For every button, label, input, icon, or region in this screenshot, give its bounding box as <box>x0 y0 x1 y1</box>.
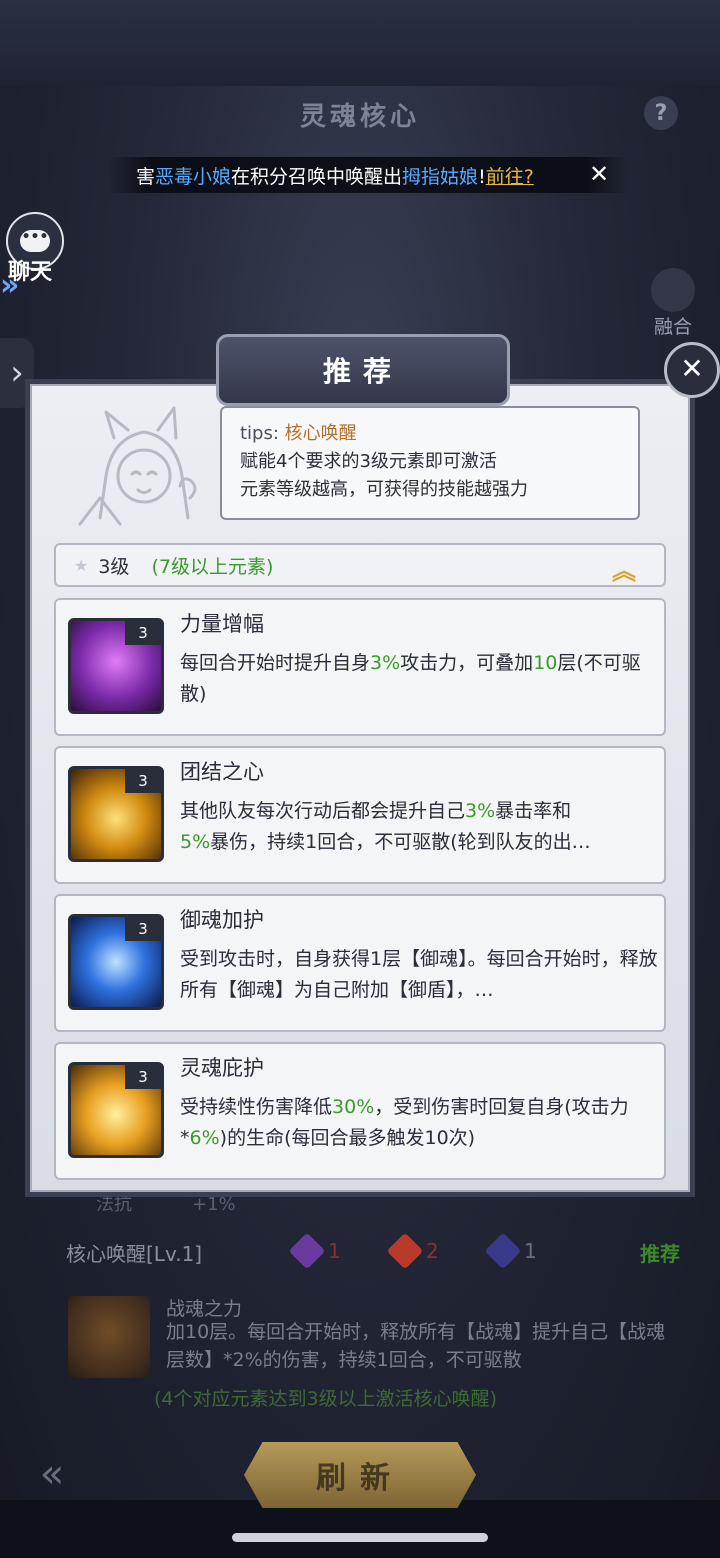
marquee-hero-name: 拇指姑娘 <box>402 165 479 188</box>
page-title: 灵魂核心 <box>299 102 420 132</box>
popup-close-icon[interactable]: ✕ <box>664 342 720 398</box>
element-count: 1 <box>524 1239 537 1263</box>
refresh-button[interactable]: 刷新 <box>244 1442 476 1508</box>
core-awaken-row: 核心唤醒[Lv.1] 1 2 1 推荐 <box>40 1232 690 1270</box>
tips-title: 核心唤醒 <box>284 423 357 444</box>
marquee-text: 害恶毒小娘在积分召唤中唤醒出拇指姑娘!前往? <box>136 162 586 189</box>
level-section-header[interactable]: ★ 3级 (7级以上元素) ︽ <box>54 543 666 587</box>
core-awaken-label: 核心唤醒[Lv.1] <box>66 1242 203 1266</box>
mascot-illustration <box>78 406 197 526</box>
element-slot[interactable]: 1 <box>484 1232 537 1270</box>
close-icon[interactable]: ✕ <box>586 161 612 187</box>
soul-shelter-icon: 3 <box>68 1062 164 1158</box>
stat-row: 法抗 +1% <box>96 1190 236 1216</box>
core-awaken-note: (4个对应元素达到3级以上激活核心唤醒) <box>154 1388 498 1410</box>
fuse-button[interactable]: 融合 <box>640 268 706 339</box>
element-slot[interactable]: 1 <box>288 1232 341 1270</box>
skill-card[interactable]: 3 团结之心 其他队友每次行动后都会提升自己3%暴击率和 5%暴伤，持续1回合，不… <box>54 746 666 884</box>
skill-level-badge: 3 <box>125 621 161 645</box>
marquee-player-name: 恶毒小娘 <box>155 165 232 188</box>
marquee-middle: 在积分召唤中唤醒出 <box>231 165 403 188</box>
power-boost-icon: 3 <box>68 618 164 714</box>
element-slot[interactable]: 2 <box>386 1232 439 1270</box>
skill-level-badge: 3 <box>125 769 161 793</box>
tips-title-line: tips: 核心唤醒 <box>240 420 620 448</box>
top-banner <box>0 0 720 90</box>
element-gem-icon <box>288 1232 326 1270</box>
skill-description: 受到攻击时，自身获得1层【御魂】。每回合开始时，释放所有【御魂】为自己附加【御盾… <box>180 948 658 1001</box>
tips-line-2: 元素等级越高，可获得的技能越强力 <box>240 479 528 500</box>
fuse-label: 融合 <box>653 316 692 338</box>
skill-card[interactable]: 3 灵魂庇护 受持续性伤害降低30%，受到伤害时回复自身(攻击力*6%)的生命(… <box>54 1042 666 1180</box>
element-gem-icon <box>484 1232 522 1270</box>
expand-arrow-icon[interactable]: » <box>0 268 26 308</box>
bottom-banner <box>0 1500 720 1558</box>
help-icon[interactable]: ? <box>644 96 678 130</box>
popup-title: 推荐 <box>322 355 403 388</box>
back-icon[interactable]: « <box>14 1448 90 1500</box>
skill-description: 加10层。每回合开始时，释放所有【战魂】提升自己【战魂层数】*2%的伤害，持续1… <box>166 1321 666 1371</box>
collapse-chevron-icon[interactable]: ︽ <box>612 551 636 586</box>
skill-name: 力量增幅 <box>180 612 264 636</box>
refresh-label: 刷新 <box>316 1461 404 1496</box>
element-count: 2 <box>426 1239 439 1263</box>
skill-description: 每回合开始时提升自身3%攻击力，可叠加10层(不可驱散) <box>180 652 641 705</box>
level-requirement: (7级以上元素) <box>151 555 274 578</box>
skill-level-badge: 3 <box>125 1065 161 1089</box>
soul-guard-icon: 3 <box>68 914 164 1010</box>
side-panel-toggle[interactable]: › <box>0 338 34 408</box>
skill-name: 御魂加护 <box>180 908 264 932</box>
star-icon: ★ <box>74 555 89 575</box>
skill-card[interactable]: 3 御魂加护 受到攻击时，自身获得1层【御魂】。每回合开始时，释放所有【御魂】为… <box>54 894 666 1032</box>
recommend-link[interactable]: 推荐 <box>640 1238 680 1267</box>
tips-prefix: tips: <box>240 423 279 444</box>
home-indicator[interactable] <box>232 1533 488 1542</box>
stat-name: 法抗 <box>96 1194 132 1215</box>
marquee-bang: ! <box>478 165 486 188</box>
marquee-prefix: 害 <box>136 165 156 188</box>
announcement-marquee: 害恶毒小娘在积分召唤中唤醒出拇指姑娘!前往? ✕ <box>108 157 628 193</box>
tips-box: tips: 核心唤醒 赋能4个要求的3级元素即可激活 元素等级越高，可获得的技能… <box>220 406 640 520</box>
element-gem-icon <box>386 1232 424 1270</box>
stat-value: +1% <box>192 1194 236 1215</box>
skill-description: 其他队友每次行动后都会提升自己3%暴击率和 5%暴伤，持续1回合，不可驱散(轮到队… <box>180 800 591 853</box>
tips-line-1: 赋能4个要求的3级元素即可激活 <box>240 451 497 472</box>
skill-description: 受持续性伤害降低30%，受到伤害时回复自身(攻击力*6%)的生命(每回合最多触发… <box>180 1096 629 1149</box>
skill-name: 战魂之力 <box>166 1298 243 1320</box>
skill-icon <box>68 1296 150 1378</box>
fuse-icon <box>651 268 695 312</box>
level-label: 3级 <box>98 555 130 578</box>
element-count: 1 <box>328 1239 341 1263</box>
skill-name: 团结之心 <box>180 760 264 784</box>
chat-bubble-icon: ••• <box>20 230 50 252</box>
marquee-goto-link[interactable]: 前往? <box>486 166 534 188</box>
skill-name: 灵魂庇护 <box>180 1056 264 1080</box>
popup-header: 推荐 <box>216 334 510 406</box>
unity-heart-icon: 3 <box>68 766 164 862</box>
skill-level-badge: 3 <box>125 917 161 941</box>
skill-card[interactable]: 3 力量增幅 每回合开始时提升自身3%攻击力，可叠加10层(不可驱散) <box>54 598 666 736</box>
